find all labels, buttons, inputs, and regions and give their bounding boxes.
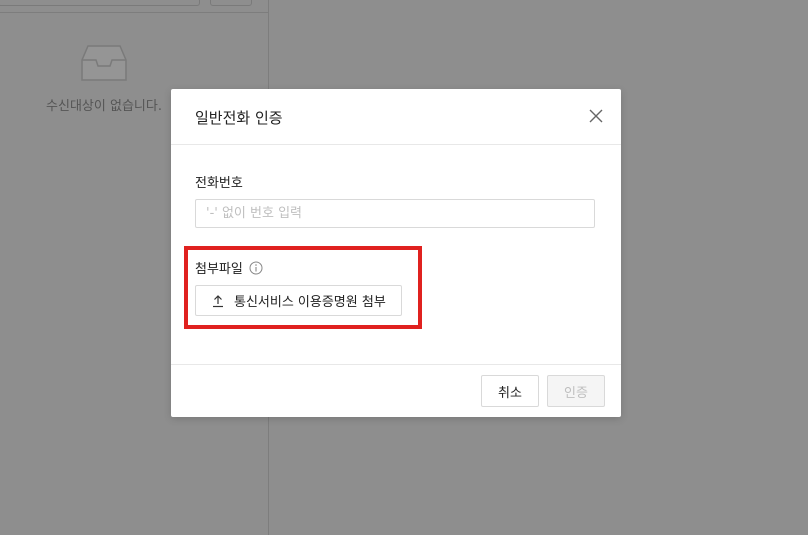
dialog-footer: 취소 인증 [171,364,621,418]
phone-field-label: 전화번호 [195,176,243,191]
verify-button[interactable]: 인증 [547,375,605,407]
attachment-highlight-box [184,246,422,329]
phone-number-input[interactable] [195,199,595,228]
background-divider [0,12,268,13]
close-icon[interactable] [587,107,605,125]
cancel-button[interactable]: 취소 [481,375,539,407]
background-search-input [0,0,200,6]
dialog-header: 일반전화 인증 [171,89,621,145]
background-button [210,0,252,6]
dialog-title: 일반전화 인증 [195,109,283,127]
empty-inbox-icon [81,45,127,81]
